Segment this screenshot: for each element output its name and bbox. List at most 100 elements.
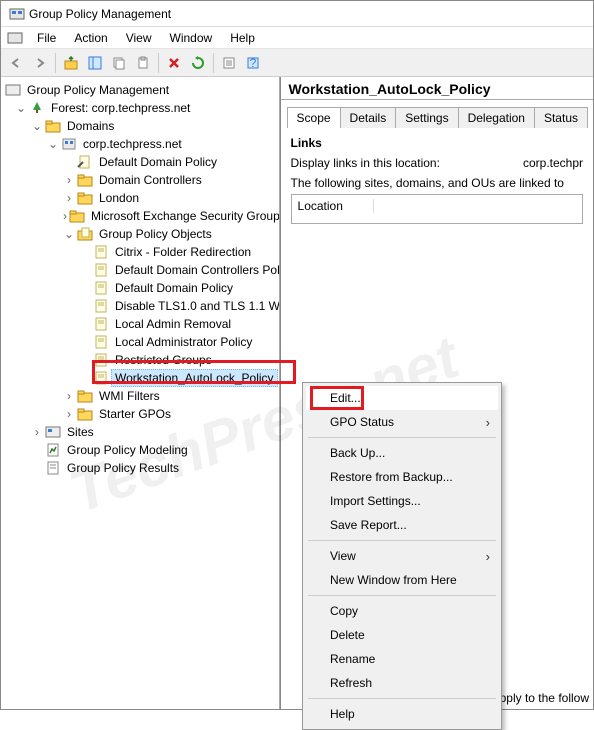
tree-label: London (95, 189, 143, 207)
app-icon (9, 6, 25, 22)
tree-domain[interactable]: ⌄ corp.techpress.net (3, 135, 277, 153)
tree-domain-controllers[interactable]: › Domain Controllers (3, 171, 277, 189)
links-list[interactable]: Location (291, 194, 583, 224)
detail-tabs: Scope Details Settings Delegation Status (287, 106, 587, 128)
tree-wmi-filters[interactable]: › WMI Filters (3, 387, 277, 405)
display-links-label: Display links in this location: (291, 156, 440, 170)
tree-gpo-ddp[interactable]: Default Domain Policy (3, 279, 277, 297)
tree-label: WMI Filters (95, 387, 164, 405)
tab-status[interactable]: Status (534, 107, 588, 128)
gpo-link-icon (77, 154, 93, 170)
properties-button[interactable] (218, 52, 240, 74)
show-tree-button[interactable] (84, 52, 106, 74)
expand-icon[interactable]: › (31, 425, 43, 439)
tree-london[interactable]: › London (3, 189, 277, 207)
cm-backup[interactable]: Back Up... (306, 441, 498, 465)
gpo-icon (93, 316, 109, 332)
expand-icon[interactable]: › (63, 389, 75, 403)
collapse-icon[interactable]: ⌄ (15, 101, 27, 115)
folder-icon (45, 118, 61, 134)
gpo-icon (93, 298, 109, 314)
forward-button[interactable] (29, 52, 51, 74)
cm-help[interactable]: Help (306, 702, 498, 726)
tree-label: Restricted Groups (111, 351, 216, 369)
tab-delegation[interactable]: Delegation (458, 107, 535, 128)
gpo-icon (93, 280, 109, 296)
tree-label: corp.techpress.net (79, 135, 186, 153)
tree-gpo-rg[interactable]: Restricted Groups (3, 351, 277, 369)
tree-label: Default Domain Policy (95, 153, 221, 171)
menu-view[interactable]: View (118, 29, 160, 47)
tree-gpo-citrix[interactable]: Citrix - Folder Redirection (3, 243, 277, 261)
cm-new-window[interactable]: New Window from Here (306, 568, 498, 592)
tree-gpo-lap[interactable]: Local Administrator Policy (3, 333, 277, 351)
tree-default-domain-policy[interactable]: Default Domain Policy (3, 153, 277, 171)
toolbar-separator (213, 53, 214, 73)
cm-rename[interactable]: Rename (306, 647, 498, 671)
cm-edit[interactable]: Edit... (306, 386, 498, 410)
cm-delete[interactable]: Delete (306, 623, 498, 647)
tab-scope[interactable]: Scope (287, 107, 341, 128)
tab-settings[interactable]: Settings (395, 107, 458, 128)
tree-results[interactable]: Group Policy Results (3, 459, 277, 477)
cm-separator (308, 595, 496, 596)
domain-icon (61, 136, 77, 152)
collapse-icon[interactable]: ⌄ (31, 119, 43, 133)
expand-icon[interactable]: › (63, 209, 67, 223)
cm-save-report[interactable]: Save Report... (306, 513, 498, 537)
collapse-icon[interactable]: ⌄ (63, 227, 75, 241)
cm-restore[interactable]: Restore from Backup... (306, 465, 498, 489)
refresh-button[interactable] (187, 52, 209, 74)
tree-exchange-groups[interactable]: › Microsoft Exchange Security Groups (3, 207, 277, 225)
up-folder-button[interactable] (60, 52, 82, 74)
links-heading: Links (291, 136, 583, 150)
modeling-icon (45, 442, 61, 458)
tree-label: Citrix - Folder Redirection (111, 243, 255, 261)
system-menu-icon[interactable] (7, 30, 23, 46)
cm-copy[interactable]: Copy (306, 599, 498, 623)
folder-icon (77, 388, 93, 404)
context-menu: Edit... GPO Status Back Up... Restore fr… (302, 382, 502, 730)
tree-starter-gpos[interactable]: › Starter GPOs (3, 405, 277, 423)
svg-text:?: ? (250, 56, 257, 70)
folder-icon (77, 406, 93, 422)
tree-label: Forest: corp.techpress.net (47, 99, 194, 117)
tree-gpo-tls[interactable]: Disable TLS1.0 and TLS 1.1 Windows 10 (3, 297, 277, 315)
paste-button[interactable] (132, 52, 154, 74)
collapse-icon[interactable]: ⌄ (47, 137, 59, 151)
tree-domains[interactable]: ⌄ Domains (3, 117, 277, 135)
menu-action[interactable]: Action (66, 29, 115, 47)
mmc-icon (5, 82, 21, 98)
menu-file[interactable]: File (29, 29, 64, 47)
tree-sites[interactable]: › Sites (3, 423, 277, 441)
cm-refresh[interactable]: Refresh (306, 671, 498, 695)
tree-modeling[interactable]: Group Policy Modeling (3, 441, 277, 459)
cm-import[interactable]: Import Settings... (306, 489, 498, 513)
expand-icon[interactable]: › (63, 191, 75, 205)
ou-icon (77, 172, 93, 188)
copy-button[interactable] (108, 52, 130, 74)
window-title: Group Policy Management (29, 7, 171, 21)
cm-gpo-status[interactable]: GPO Status (306, 410, 498, 434)
tab-details[interactable]: Details (340, 107, 397, 128)
tree-root[interactable]: Group Policy Management (3, 81, 277, 99)
back-button[interactable] (5, 52, 27, 74)
menu-help[interactable]: Help (222, 29, 263, 47)
tree-gpo-autolock[interactable]: Workstation_AutoLock_Policy (3, 369, 277, 387)
column-location[interactable]: Location (298, 199, 374, 213)
expand-icon[interactable]: › (63, 407, 75, 421)
tree-gpo-lar[interactable]: Local Admin Removal (3, 315, 277, 333)
display-links-value[interactable]: corp.techpr (523, 156, 583, 170)
menu-window[interactable]: Window (162, 29, 221, 47)
tree-forest[interactable]: ⌄ Forest: corp.techpress.net (3, 99, 277, 117)
cm-view[interactable]: View (306, 544, 498, 568)
tree-gpo-container[interactable]: ⌄ Group Policy Objects (3, 225, 277, 243)
expand-icon[interactable]: › (63, 173, 75, 187)
cm-separator (308, 540, 496, 541)
help-button[interactable]: ? (242, 52, 264, 74)
tree-pane[interactable]: Group Policy Management ⌄ Forest: corp.t… (1, 77, 280, 709)
tree-gpo-ddcp[interactable]: Default Domain Controllers Policy (3, 261, 277, 279)
menubar: File Action View Window Help (1, 27, 593, 49)
delete-button[interactable] (163, 52, 185, 74)
gpo-icon (93, 370, 109, 386)
